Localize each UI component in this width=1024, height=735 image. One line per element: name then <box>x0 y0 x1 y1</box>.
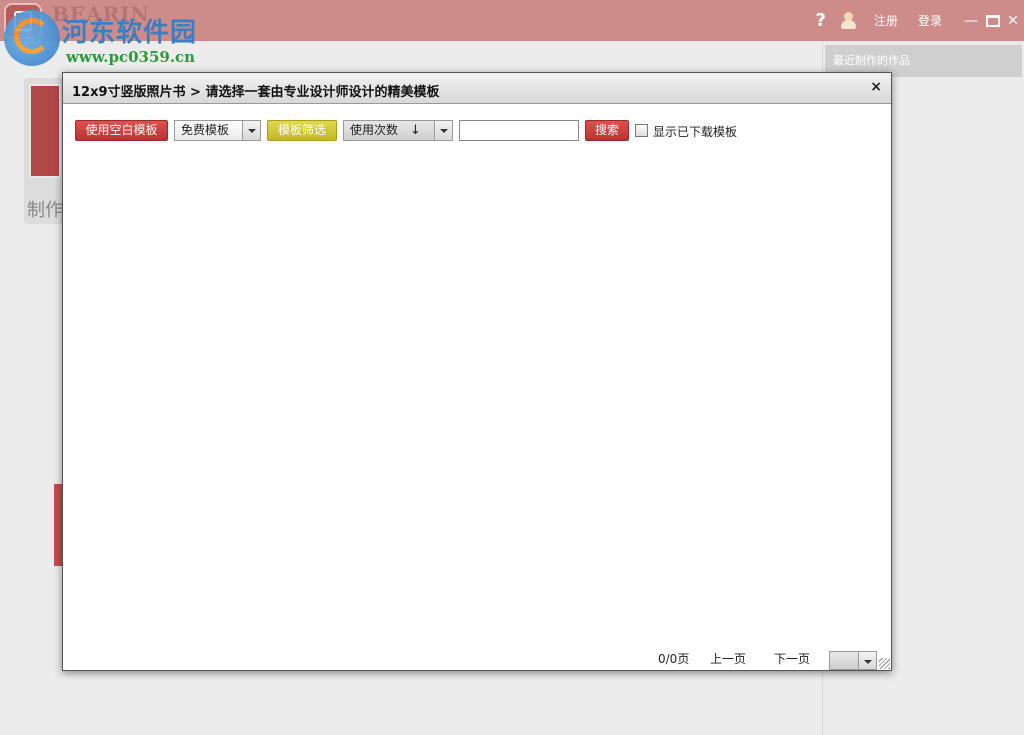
page-select[interactable] <box>829 651 877 670</box>
card-label: 制作 <box>27 200 63 221</box>
show-downloaded-checkbox[interactable] <box>635 124 648 137</box>
template-type-value: 免费模板 <box>181 123 230 137</box>
chevron-down-icon[interactable] <box>858 652 876 669</box>
template-type-select[interactable]: 免费模板 <box>174 120 261 141</box>
template-toolbar: 使用空白模板 免费模板 模板筛选 使用次数 ↓ 搜索 显示已下载模板 <box>75 120 875 142</box>
sort-select[interactable]: 使用次数 ↓ <box>343 120 453 141</box>
recent-project-card[interactable]: 制作 <box>24 78 66 224</box>
minimize-button[interactable]: — <box>962 13 980 29</box>
search-input[interactable] <box>459 120 579 141</box>
resize-grip-icon[interactable] <box>879 658 890 669</box>
page-status: 0/0页 <box>658 652 690 666</box>
show-downloaded-label: 显示已下载模板 <box>653 125 738 139</box>
prev-page-link[interactable]: 上一页 <box>710 650 746 667</box>
watermark-url: www.pc0359.cn <box>66 48 196 66</box>
next-page-link[interactable]: 下一页 <box>774 650 810 667</box>
blank-template-button[interactable]: 使用空白模板 <box>75 120 168 141</box>
project-thumbnail <box>29 84 61 178</box>
user-icon[interactable] <box>840 11 856 30</box>
dialog-title: 12x9寸竖版照片书 > 请选择一套由专业设计师设计的精美模板 <box>72 85 440 100</box>
titlebar-controls: ? 注册 登录 — ✕ <box>816 0 1024 41</box>
help-icon[interactable]: ? <box>816 10 826 31</box>
register-link[interactable]: 注册 <box>874 12 898 29</box>
sort-down-arrow-icon: ↓ <box>410 123 421 138</box>
sort-value: 使用次数 <box>350 123 399 137</box>
maximize-button[interactable] <box>986 14 1000 27</box>
search-button[interactable]: 搜索 <box>585 120 629 141</box>
dialog-close-button[interactable]: × <box>870 79 882 95</box>
chevron-down-icon[interactable] <box>242 121 260 140</box>
template-dialog: 12x9寸竖版照片书 > 请选择一套由专业设计师设计的精美模板 × 使用空白模板… <box>62 72 892 671</box>
watermark-logo <box>4 10 60 66</box>
app-close-button[interactable]: ✕ <box>1004 13 1022 29</box>
template-filter-button[interactable]: 模板筛选 <box>267 120 337 141</box>
chevron-down-icon[interactable] <box>434 121 452 140</box>
watermark-title: 河东软件园 <box>62 18 198 48</box>
login-link[interactable]: 登录 <box>918 12 942 29</box>
dialog-titlebar: 12x9寸竖版照片书 > 请选择一套由专业设计师设计的精美模板 × <box>63 73 891 104</box>
